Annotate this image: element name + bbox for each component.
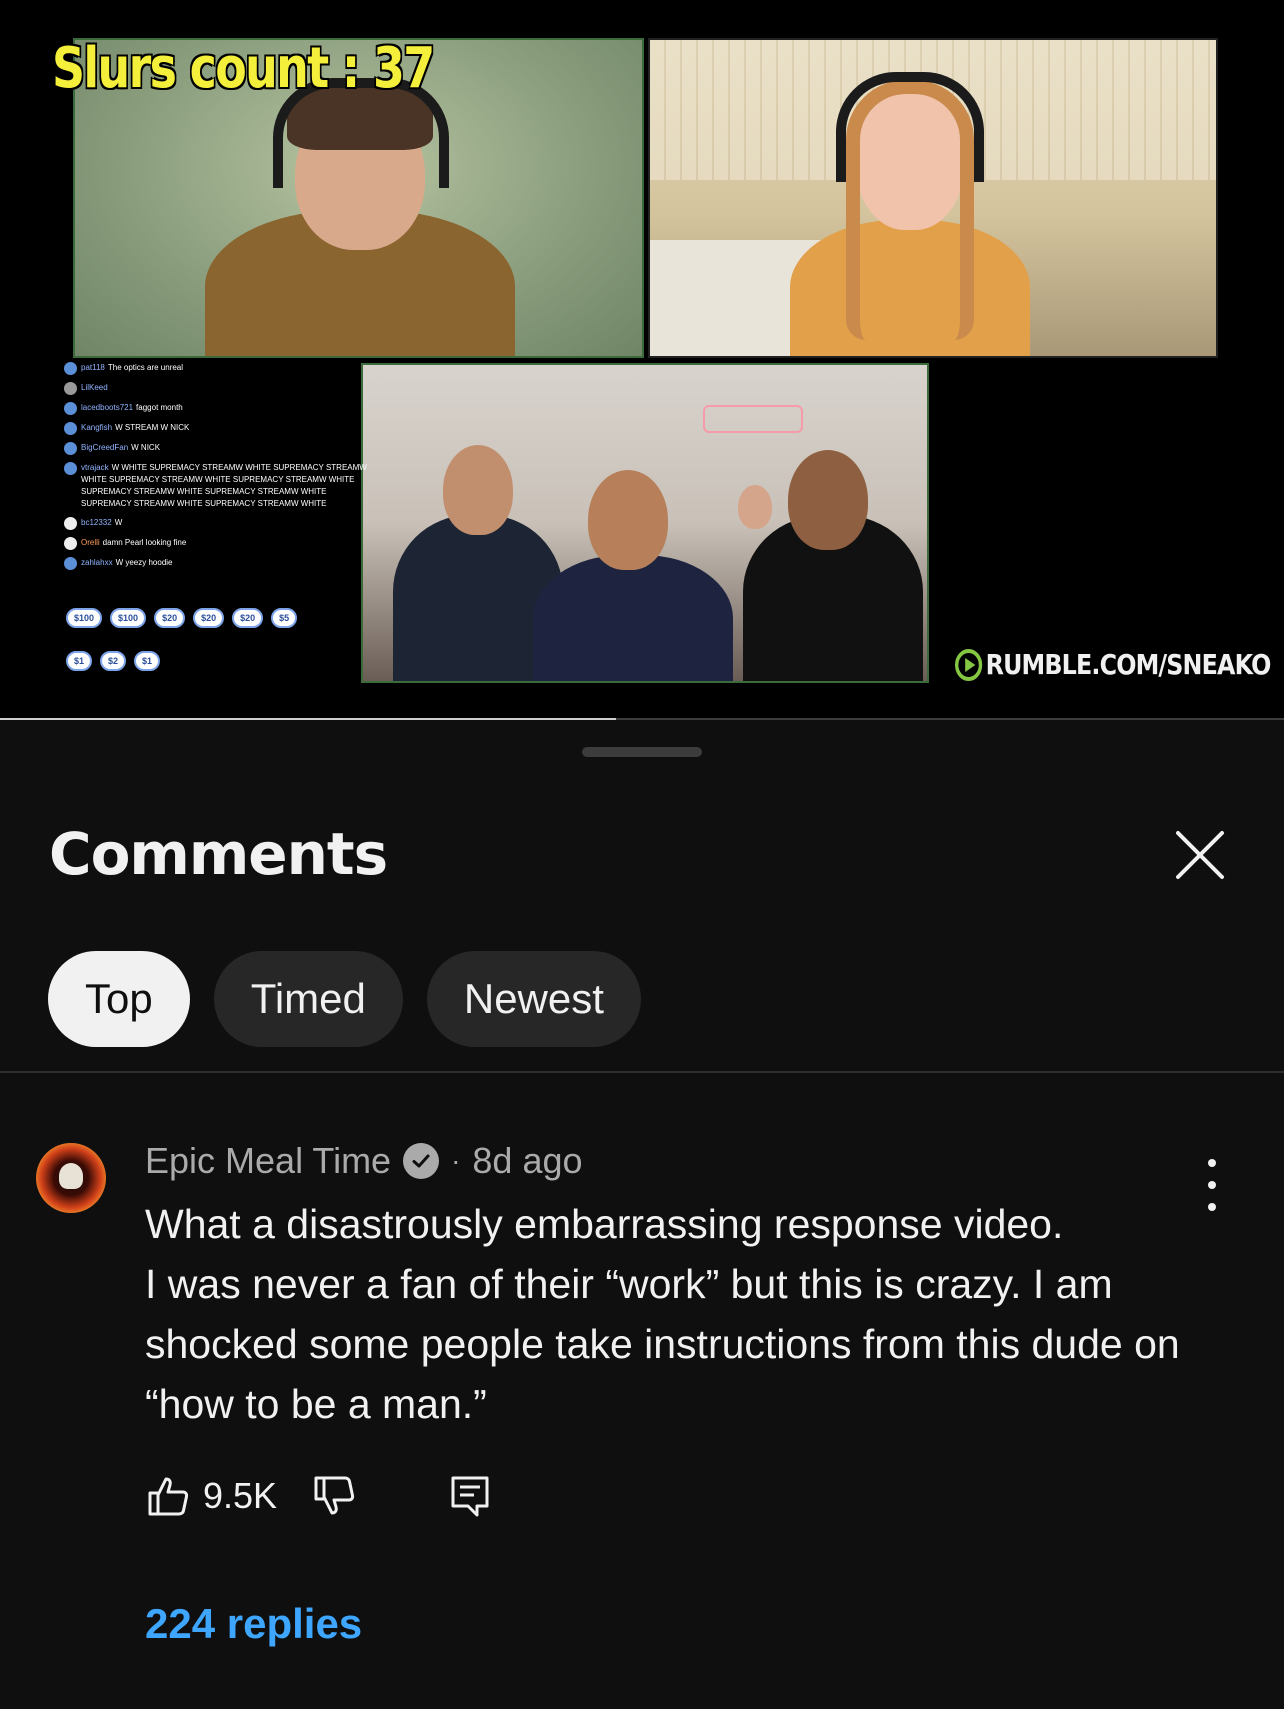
chat-message: Kangfish W STREAM W NICK xyxy=(64,422,374,435)
like-count: 9.5K xyxy=(203,1475,278,1516)
donation-badges: $1 $2 $1 xyxy=(66,651,161,671)
thumbs-down-icon xyxy=(314,1476,355,1515)
donation-badge: $5 xyxy=(271,608,298,628)
chat-message: pat118 The optics are unreal xyxy=(64,362,374,375)
donation-badge: $20 xyxy=(193,608,225,628)
close-button[interactable] xyxy=(1168,823,1232,887)
view-replies-link[interactable]: 224 replies xyxy=(145,1600,362,1648)
chat-message: lacedboots721 faggot month xyxy=(64,402,374,415)
chip-top[interactable]: Top xyxy=(48,951,190,1047)
comment-header: Epic Meal Time · 8d ago xyxy=(145,1140,583,1182)
thumbs-up-icon xyxy=(148,1477,189,1516)
reply-button[interactable] xyxy=(447,1473,493,1519)
rumble-watermark: RUMBLE.COM/SNEAKO xyxy=(955,648,1271,681)
donation-badge: $1 xyxy=(66,651,93,671)
overlay-title: Slurs count : 37 xyxy=(52,36,435,101)
divider xyxy=(0,1071,1284,1073)
donation-badge: $100 xyxy=(66,608,103,628)
avatar[interactable] xyxy=(36,1143,106,1213)
donation-badge: $2 xyxy=(100,651,127,671)
comments-sheet: Comments Top Timed Newest Epic Meal Time… xyxy=(0,723,1284,1709)
watermark-text: RUMBLE.COM/SNEAKO xyxy=(985,648,1272,681)
donation-badge: $1 xyxy=(134,651,161,671)
donation-badge: $100 xyxy=(110,608,147,628)
webcam-feed-center xyxy=(361,363,929,683)
chat-message: vtrajack W WHITE SUPREMACY STREAMW WHITE … xyxy=(64,462,374,510)
donation-badges: $100 $100 $20 $20 $20 $5 xyxy=(66,608,298,628)
rumble-logo-icon xyxy=(955,648,983,681)
drag-handle[interactable] xyxy=(582,747,702,757)
sort-chips: Top Timed Newest xyxy=(48,951,641,1047)
chat-message: bc12332 W xyxy=(64,517,374,530)
chat-message: zahlahxx W yeezy hoodie xyxy=(64,557,374,570)
comment-author[interactable]: Epic Meal Time xyxy=(145,1140,391,1182)
donation-badge: $20 xyxy=(154,608,186,628)
video-player[interactable]: Slurs count : 37 pat118 The optics are un… xyxy=(0,0,1284,720)
video-progress-bar[interactable] xyxy=(0,718,1284,720)
separator-dot: · xyxy=(451,1145,461,1176)
chip-newest[interactable]: Newest xyxy=(426,951,641,1047)
comment-time: 8d ago xyxy=(472,1140,583,1181)
close-icon xyxy=(1176,831,1224,879)
chat-message: BigCreedFan W NICK xyxy=(64,442,374,455)
donation-badge: $20 xyxy=(232,608,264,628)
chat-message: Orelli damn Pearl looking fine xyxy=(64,537,374,550)
chat-message: LilKeed xyxy=(64,382,374,395)
comment-text: What a disastrously embarrassing respons… xyxy=(145,1201,1180,1427)
video-progress-fill xyxy=(0,718,617,720)
dislike-button[interactable] xyxy=(311,1473,357,1519)
webcam-feed-right xyxy=(648,38,1218,358)
stream-chat-overlay: pat118 The optics are unreal LilKeed lace… xyxy=(64,362,374,577)
like-button[interactable] xyxy=(145,1473,191,1519)
comment-actions: 9.5K xyxy=(145,1466,493,1526)
chip-timed[interactable]: Timed xyxy=(213,951,403,1047)
verified-check-icon xyxy=(403,1143,440,1179)
comment-reply-icon xyxy=(451,1476,489,1517)
more-vert-icon xyxy=(1208,1159,1216,1167)
comments-title: Comments xyxy=(49,820,388,888)
